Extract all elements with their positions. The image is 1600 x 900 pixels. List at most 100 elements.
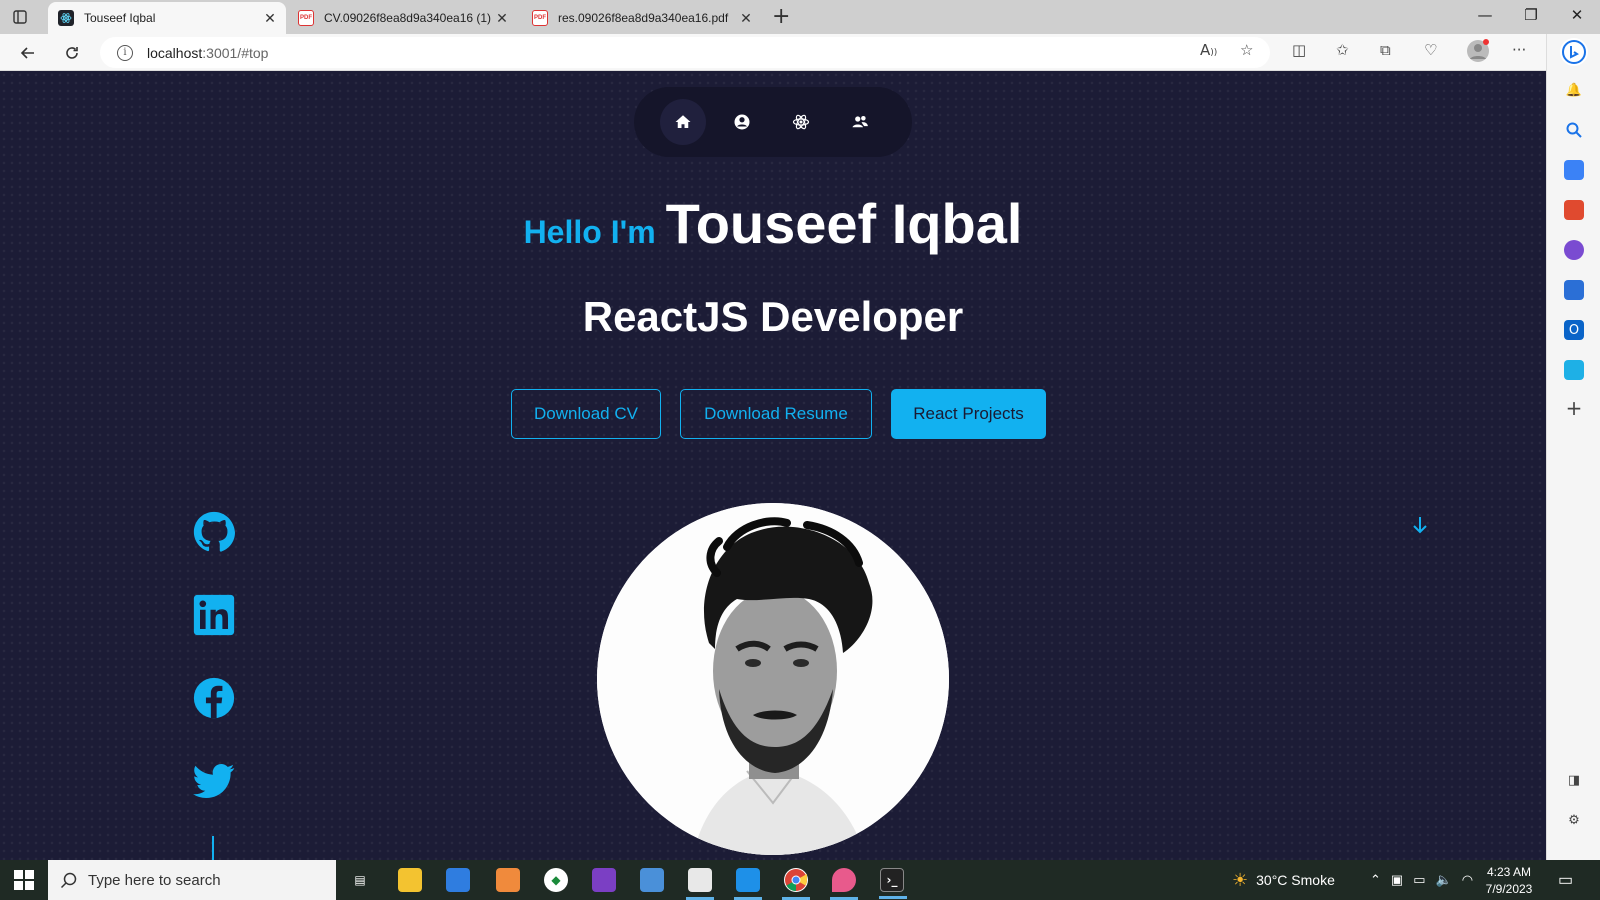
search-sidebar-icon[interactable]	[1564, 120, 1584, 140]
taskbar-search-box[interactable]: Type here to search	[48, 860, 336, 900]
weather-widget[interactable]: ☀ 30°C Smoke	[1232, 860, 1335, 900]
section-nav	[634, 87, 912, 157]
browser-toolbar: i localhost:3001/#top A)) ☆ ◫ ✩ ⧉ ♡ ···	[0, 34, 1600, 71]
hero-greeting: Hello I'm	[523, 214, 656, 250]
split-screen-icon[interactable]: ◫	[1292, 41, 1306, 59]
meet-now-icon[interactable]: ▣	[1391, 872, 1403, 888]
hide-sidebar-icon[interactable]: ◨	[1564, 770, 1584, 790]
chrome-icon[interactable]	[782, 868, 810, 900]
react-icon	[792, 114, 810, 130]
tab-cv-pdf[interactable]: PDF CV.09026f8ea8d9a340ea16 (1).pdf ✕	[288, 2, 518, 34]
minimize-button[interactable]: —	[1462, 6, 1508, 24]
pdf-icon: PDF	[532, 10, 548, 26]
tab-title: res.09026f8ea8d9a340ea16.pdf	[558, 11, 729, 25]
weather-sun-icon: ☀	[1232, 869, 1249, 890]
refresh-icon[interactable]	[60, 41, 84, 65]
collections-icon[interactable]: ⧉	[1380, 41, 1391, 59]
bing-copilot-icon[interactable]	[1560, 38, 1588, 66]
github-icon[interactable]	[193, 511, 235, 553]
taskbar-clock[interactable]: 4:23 AM 7/9/2023	[1474, 864, 1544, 898]
add-sidebar-app-icon[interactable]: +	[1564, 396, 1584, 420]
social-divider-line	[212, 836, 214, 860]
restore-button[interactable]: ❐	[1508, 6, 1554, 24]
battery-icon[interactable]: ▭	[1413, 872, 1425, 888]
portfolio-page: Hello I'm Touseef Iqbal ReactJS Developer…	[0, 71, 1546, 860]
visual-studio-icon[interactable]	[592, 868, 616, 892]
scroll-down-icon[interactable]	[1412, 515, 1428, 535]
tab-close-icon[interactable]: ✕	[492, 10, 512, 27]
clock-time: 4:23 AM	[1486, 865, 1532, 879]
tab-actions-icon[interactable]	[10, 7, 30, 27]
home-icon	[675, 115, 691, 128]
system-tray[interactable]: ⌃ ▣ ▭ 🔈 ◠	[1370, 860, 1473, 900]
portrait-image	[597, 503, 949, 855]
site-info-icon[interactable]: i	[117, 44, 133, 61]
twitter-icon[interactable]	[193, 760, 235, 802]
chevron-up-icon[interactable]: ⌃	[1370, 872, 1381, 888]
facebook-icon[interactable]	[193, 677, 235, 719]
profile-photo	[597, 503, 949, 855]
windows-start-icon[interactable]	[14, 870, 34, 890]
games-icon[interactable]	[1564, 240, 1584, 260]
drop-send-icon[interactable]	[1564, 360, 1584, 380]
hero-role: ReactJS Developer	[582, 293, 964, 340]
linkedin-icon[interactable]	[193, 594, 235, 636]
url-host: localhost	[147, 44, 203, 61]
nav-skills-button[interactable]	[778, 99, 824, 145]
wifi-icon[interactable]: ◠	[1462, 872, 1473, 888]
profile-avatar-icon[interactable]	[1466, 39, 1490, 67]
settings-more-icon[interactable]: ···	[1512, 41, 1526, 59]
file-explorer-icon[interactable]	[398, 868, 422, 892]
tab-title: CV.09026f8ea8d9a340ea16 (1).pdf	[324, 11, 492, 25]
clock-date: 7/9/2023	[1485, 882, 1533, 896]
microsoft365-icon[interactable]	[1564, 280, 1584, 300]
close-window-button[interactable]: ✕	[1554, 6, 1600, 24]
shopping-tag-icon[interactable]	[1564, 160, 1584, 180]
pdf-icon: PDF	[298, 10, 314, 26]
notifications-icon[interactable]: ▭	[1558, 860, 1573, 900]
browser-essentials-icon[interactable]: ♡	[1424, 41, 1437, 59]
windows-taskbar: Type here to search ▤ ◆ ›_ ☀ 30°C Smoke …	[0, 860, 1600, 900]
notification-bell-icon[interactable]: 🔔	[1564, 80, 1584, 100]
paint-app-icon[interactable]	[830, 868, 858, 900]
tab-touseef-iqbal[interactable]: Touseef Iqbal ✕	[48, 2, 286, 34]
task-view-icon[interactable]: ▤	[348, 868, 372, 892]
nav-home-button[interactable]	[660, 99, 706, 145]
microsoft-store-icon[interactable]	[446, 868, 470, 892]
outlook-icon[interactable]: O	[1564, 320, 1584, 340]
browser-tab-strip: Touseef Iqbal ✕ PDF CV.09026f8ea8d9a340e…	[0, 0, 1600, 34]
download-cv-button[interactable]: Download CV	[511, 389, 661, 439]
tab-close-icon[interactable]: ✕	[736, 10, 756, 27]
nav-about-button[interactable]	[719, 99, 765, 145]
remote-desktop-icon[interactable]	[640, 868, 664, 892]
favorites-icon[interactable]: ✩	[1336, 41, 1349, 59]
download-resume-button[interactable]: Download Resume	[680, 389, 872, 439]
react-projects-button[interactable]: React Projects	[891, 389, 1046, 439]
sidebar-settings-icon[interactable]: ⚙	[1564, 810, 1584, 830]
search-icon	[60, 872, 77, 889]
back-icon[interactable]	[16, 41, 40, 65]
url-path: :3001/#top	[202, 44, 269, 61]
tab-close-icon[interactable]: ✕	[260, 10, 280, 27]
notepad-icon[interactable]	[686, 868, 714, 900]
volume-icon[interactable]: 🔈	[1436, 872, 1452, 888]
hero-heading: Hello I'm Touseef Iqbal	[0, 191, 1546, 256]
search-placeholder: Type here to search	[88, 871, 221, 889]
read-aloud-icon[interactable]: A))	[1200, 41, 1217, 59]
hero-name: Touseef Iqbal	[665, 192, 1023, 255]
favorite-star-icon[interactable]: ☆	[1240, 41, 1253, 59]
new-tab-button[interactable]: +	[772, 4, 790, 29]
tab-res-pdf[interactable]: PDF res.09026f8ea8d9a340ea16.pdf ✕	[522, 2, 762, 34]
edge-sidebar: 🔔 O + ◨ ⚙	[1546, 34, 1600, 860]
users-icon	[852, 116, 868, 128]
mongodb-compass-icon[interactable]: ◆	[544, 868, 568, 892]
address-bar[interactable]: i localhost:3001/#top	[100, 37, 1270, 68]
terminal-icon[interactable]: ›_	[879, 868, 907, 899]
tools-briefcase-icon[interactable]	[1564, 200, 1584, 220]
nav-contact-button[interactable]	[837, 99, 883, 145]
user-icon	[734, 114, 750, 130]
tab-title: Touseef Iqbal	[84, 11, 156, 25]
vscode-icon[interactable]	[734, 868, 762, 900]
orange-app-icon[interactable]	[496, 868, 520, 892]
weather-text: 30°C Smoke	[1256, 872, 1335, 888]
